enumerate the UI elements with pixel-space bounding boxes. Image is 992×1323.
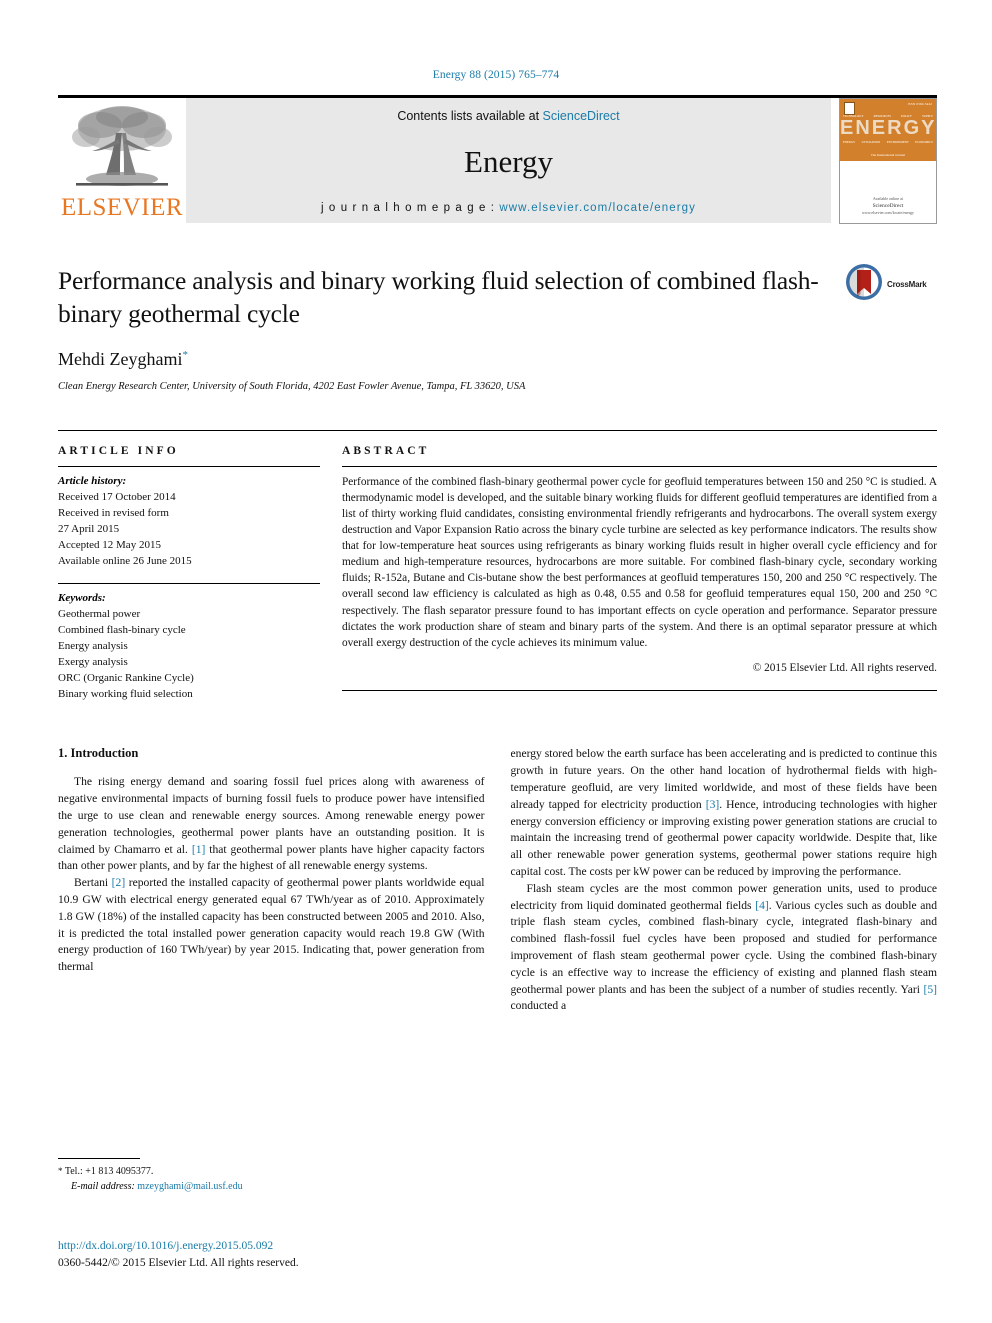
cover-publisher-url: www.elsevier.com/locate/energy [861,210,915,215]
journal-cover-thumbnail: ISSN 0360-5442 TECHNOLOGY RESOURCES POLI… [839,98,937,224]
footnote-block: * Tel.: +1 813 4095377. E-mail address: … [58,1158,488,1194]
cover-keywords-bottom: ENERGY UTILIZATION ENVIRONMENT ECONOMICS [843,140,933,144]
list-item: Received 17 October 2014 [58,491,176,504]
paragraph-part: . Various cycles such as double and trip… [510,898,938,996]
divider [58,1158,140,1159]
paragraph: Flash steam cycles are the most common p… [511,881,938,1015]
crossmark-badge[interactable]: CrossMark [845,263,937,306]
citation-link[interactable]: [5] [923,983,937,996]
cover-word: ENERGY [843,140,856,144]
doi-block: http://dx.doi.org/10.1016/j.energy.2015.… [58,1238,488,1271]
list-item: Energy analysis [58,639,128,652]
article-history-list: Received 17 October 2014 Received in rev… [58,490,320,570]
list-item: Binary working fluid selection [58,687,193,700]
divider [58,582,320,584]
paragraph: Bertani [2] reported the installed capac… [58,875,485,976]
abstract-copyright: © 2015 Elsevier Ltd. All rights reserved… [752,661,937,674]
keywords-label: Keywords: [58,591,106,604]
list-item: Received in revised form [58,507,169,520]
list-item: Exergy analysis [58,655,128,668]
paragraph-part: conducted a [510,999,567,1013]
footnote-email: E-mail address: mzeyghami@mail.usf.edu [71,1179,488,1194]
cover-publisher-block: Available online at ScienceDirect www.el… [840,196,936,216]
section-heading-introduction: 1. Introduction [58,746,139,761]
crossmark-label: CrossMark [887,280,927,289]
sciencedirect-link[interactable]: ScienceDirect [543,109,620,123]
journal-homepage-line: j o u r n a l h o m e p a g e : www.else… [321,202,696,214]
footnote-marker: * [58,1166,63,1176]
info-abstract-region: ARTICLE INFO Article history: Received 1… [58,430,937,702]
paragraph-part: reported the installed capacity of geoth… [58,876,485,974]
article-info-heading: ARTICLE INFO [58,445,179,458]
article-history-label: Article history: [58,475,127,488]
divider [342,466,937,468]
cover-issue-text: ISSN 0360-5442 [907,102,932,106]
divider [58,466,320,468]
list-item: Available online 26 June 2015 [58,554,192,567]
contents-line: Contents lists available at ScienceDirec… [397,109,619,123]
paragraph: energy stored below the earth surface ha… [511,746,938,880]
journal-banner: Contents lists available at ScienceDirec… [186,98,831,223]
paper-page: Energy 88 (2015) 765–774 ELSEVIER Conten… [0,0,992,1323]
cover-title: ENERGY [840,117,937,139]
contents-prefix: Contents lists available at [397,109,543,123]
homepage-label: j o u r n a l h o m e p a g e : [320,202,500,214]
abstract-heading: ABSTRACT [342,445,430,458]
elsevier-tree-icon [70,103,174,195]
footnote-tel: * Tel.: +1 813 4095377. [58,1164,488,1179]
citation-link[interactable]: [2] [112,876,126,889]
issn-copyright-line: 0360-5442/© 2015 Elsevier Ltd. All right… [58,1256,299,1269]
body-column-right: energy stored below the earth surface ha… [511,746,938,1015]
author-name: Mehdi Zeyghami* [58,349,937,370]
affiliation: Clean Energy Research Center, University… [58,381,526,393]
doi-link[interactable]: http://dx.doi.org/10.1016/j.energy.2015.… [58,1238,488,1255]
list-item: ORC (Organic Rankine Cycle) [58,671,194,684]
abstract-text: Performance of the combined flash-binary… [342,476,937,649]
citation-link[interactable]: [3] [706,798,720,811]
homepage-url[interactable]: www.elsevier.com/locate/energy [499,202,696,214]
author-label: Mehdi Zeyghami [58,349,183,370]
elsevier-wordmark: ELSEVIER [60,194,184,221]
cover-subtitle: The International Journal [870,153,906,157]
paragraph-part: Bertani [74,876,112,890]
article-info-column: ARTICLE INFO Article history: Received 1… [58,445,320,702]
page-title: Performance analysis and binary working … [58,266,819,328]
citation-link[interactable]: [4] [755,899,769,912]
cover-bottom-band: Available online at ScienceDirect www.el… [840,161,936,223]
footnote-tel-text: Tel.: +1 813 4095377. [64,1166,154,1177]
divider [342,689,937,691]
list-item: Geothermal power [58,607,141,620]
citation-link[interactable]: [1] [192,843,206,856]
footnote-email-label: E-mail address: [71,1181,135,1192]
keywords-list: Geothermal power Combined flash-binary c… [58,607,320,703]
author-footnote-marker[interactable]: * [182,349,188,361]
list-item: Accepted 12 May 2015 [58,539,161,551]
cover-top-band: ISSN 0360-5442 TECHNOLOGY RESOURCES POLI… [840,99,936,161]
body-column-left: 1. Introduction The rising energy demand… [58,746,485,1015]
journal-masthead: ELSEVIER Contents lists available at Sci… [58,95,937,224]
title-block: Performance analysis and binary working … [58,263,937,393]
cover-word: UTILIZATION [861,140,881,144]
crossmark-icon [845,263,883,306]
body-columns: 1. Introduction The rising energy demand… [58,746,937,1015]
elsevier-logo-block: ELSEVIER [58,98,186,223]
journal-title: Energy [464,144,553,179]
list-item: 27 April 2015 [58,523,120,536]
abstract-column: ABSTRACT Performance of the combined fla… [342,445,937,702]
list-item: Combined flash-binary cycle [58,623,186,636]
running-head: Energy 88 (2015) 765–774 [432,69,560,81]
cover-word: ECONOMICS [915,140,933,144]
cover-publisher-big: ScienceDirect [872,202,904,209]
cover-word: ENVIRONMENT [886,140,909,144]
email-link[interactable]: mzeyghami@mail.usf.edu [137,1181,242,1192]
paragraph: The rising energy demand and soaring fos… [58,774,485,875]
